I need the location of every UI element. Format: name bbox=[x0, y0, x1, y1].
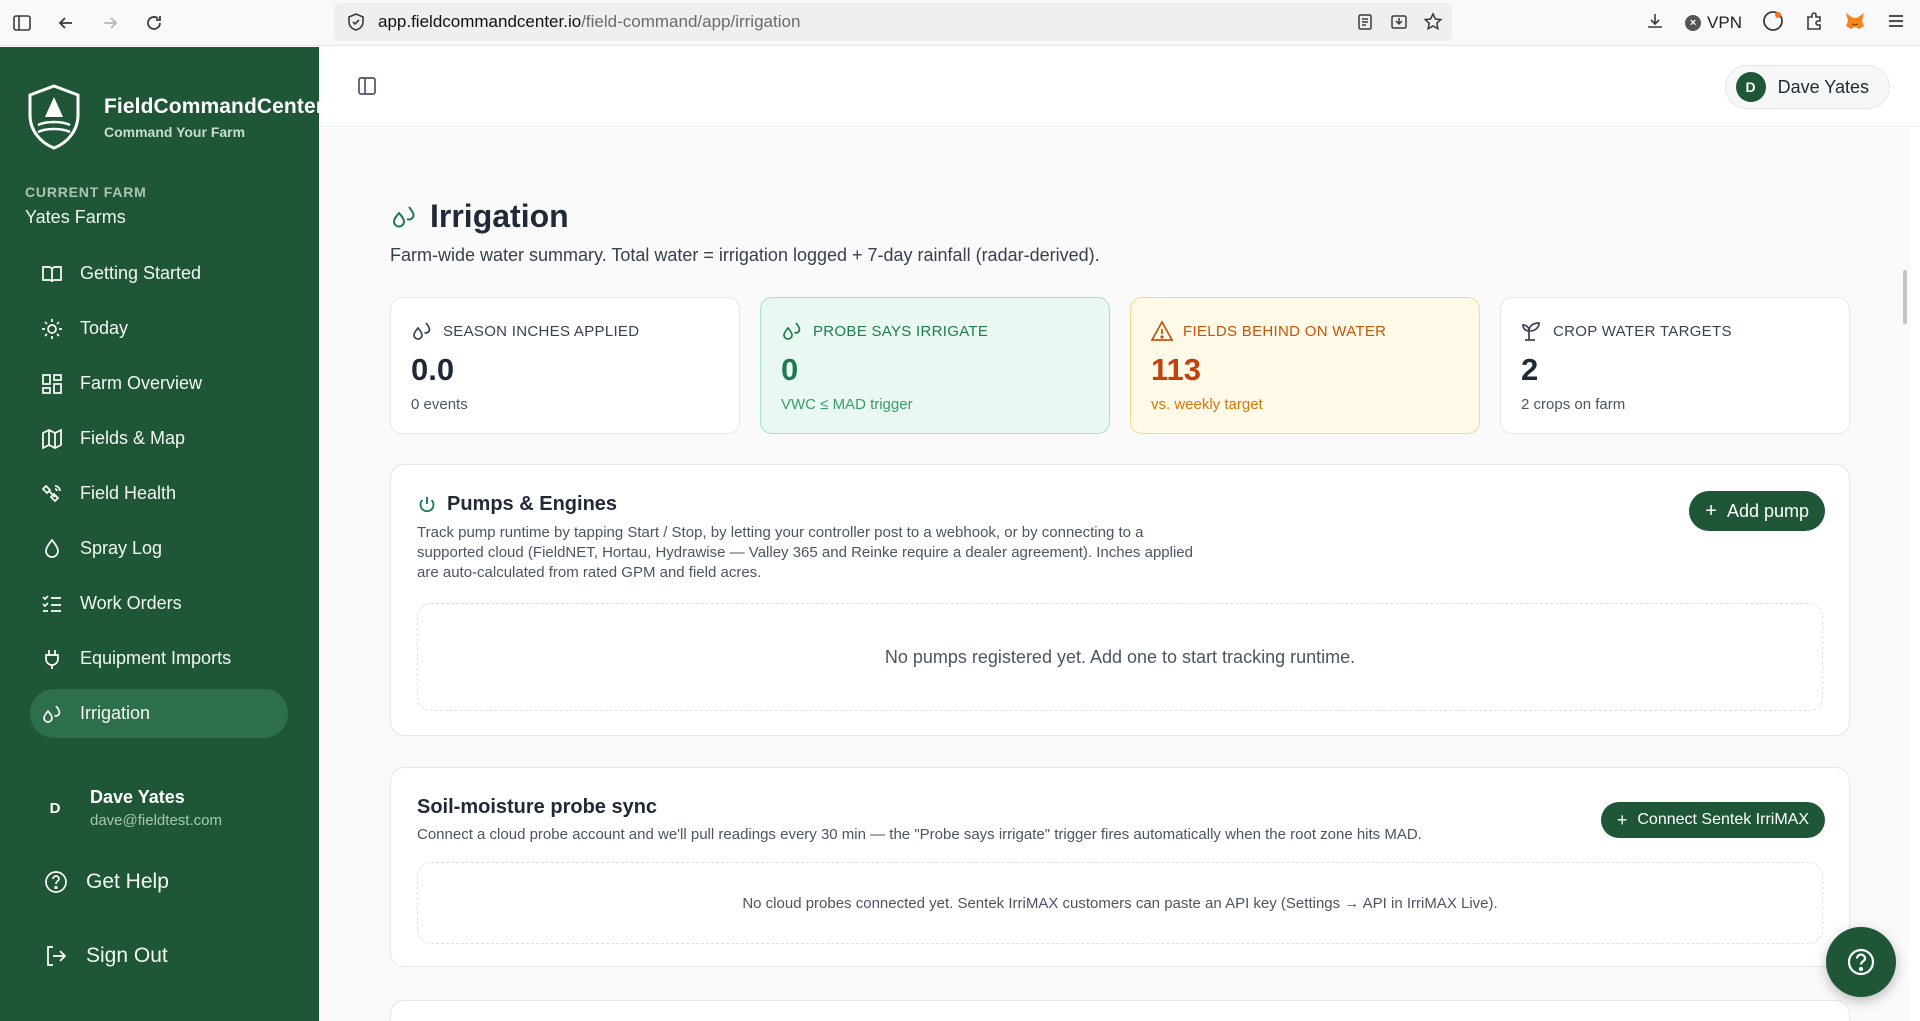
list-checks-icon bbox=[40, 592, 64, 616]
sidebar-item-fields-map[interactable]: Fields & Map bbox=[30, 414, 288, 463]
sidebar-item-field-health[interactable]: Field Health bbox=[30, 469, 288, 518]
log-out-icon bbox=[44, 943, 70, 969]
probe-sync-panel: Soil-moisture probe sync Connect a cloud… bbox=[390, 767, 1850, 967]
current-farm-name[interactable]: Yates Farms bbox=[25, 207, 126, 228]
downloads-icon[interactable] bbox=[1645, 11, 1665, 36]
stat-value: 113 bbox=[1151, 352, 1202, 387]
avatar: D bbox=[1735, 72, 1766, 102]
stat-fields-behind: FIELDS BEHIND ON WATER 113 vs. weekly ta… bbox=[1130, 297, 1480, 434]
next-panel bbox=[390, 1000, 1850, 1021]
metamask-fox-icon[interactable] bbox=[1844, 10, 1866, 37]
pumps-engines-panel: Pumps & Engines Track pump runtime by ta… bbox=[390, 464, 1850, 736]
stat-value: 0.0 bbox=[411, 352, 455, 387]
stat-note: 2 crops on farm bbox=[1521, 396, 1626, 413]
forward-arrow-icon[interactable] bbox=[88, 0, 132, 46]
sidebar-item-today[interactable]: Today bbox=[30, 304, 288, 353]
droplets-icon bbox=[411, 320, 433, 342]
pumps-title: Pumps & Engines bbox=[417, 493, 617, 516]
map-icon bbox=[40, 427, 64, 451]
avatar: D bbox=[49, 799, 61, 817]
probe-empty-state: No cloud probes connected yet. Sentek Ir… bbox=[417, 862, 1823, 944]
stat-crop-water-targets: CROP WATER TARGETS 2 2 crops on farm bbox=[1500, 297, 1850, 434]
stat-value: 0 bbox=[781, 352, 799, 387]
app-header: D Dave Yates bbox=[320, 47, 1920, 127]
power-icon bbox=[417, 495, 437, 515]
user-email: dave@fieldtest.com bbox=[90, 812, 222, 829]
sidebar-user[interactable]: D Dave Yates dave@fieldtest.com bbox=[40, 787, 222, 829]
sidebar-item-farm-overview[interactable]: Farm Overview bbox=[30, 359, 288, 408]
droplet-icon bbox=[40, 537, 64, 561]
grid-icon bbox=[40, 372, 64, 396]
probe-title: Soil-moisture probe sync bbox=[417, 796, 658, 818]
bookmark-star-icon[interactable] bbox=[1422, 11, 1444, 33]
stat-value: 2 bbox=[1521, 352, 1539, 387]
add-pump-button[interactable]: + Add pump bbox=[1689, 491, 1825, 531]
satellite-icon bbox=[40, 482, 64, 506]
app-menu-icon[interactable] bbox=[1886, 11, 1906, 36]
sprout-icon bbox=[1521, 320, 1543, 342]
brand[interactable]: FieldCommandCenter Command Your Farm bbox=[24, 83, 324, 151]
reload-icon[interactable] bbox=[132, 0, 176, 46]
stat-season-inches: SEASON INCHES APPLIED 0.0 0 events bbox=[390, 297, 740, 434]
panel-toggle-icon[interactable] bbox=[356, 75, 378, 97]
profile-icon[interactable] bbox=[1762, 10, 1784, 37]
save-page-icon[interactable] bbox=[1388, 11, 1410, 33]
page-title: Irrigation bbox=[390, 198, 569, 235]
sidebar-item-equipment-imports[interactable]: Equipment Imports bbox=[30, 634, 288, 683]
probe-description: Connect a cloud probe account and we'll … bbox=[417, 826, 1422, 843]
droplets-icon bbox=[781, 320, 803, 342]
sidebar-nav: Getting Started Today Farm Overview Fiel… bbox=[30, 249, 288, 744]
url-text: app.fieldcommandcenter.io/field-command/… bbox=[378, 12, 801, 31]
brand-name: FieldCommandCenter bbox=[104, 94, 324, 118]
vpn-button[interactable]: × VPN bbox=[1685, 13, 1742, 33]
user-menu-button[interactable]: D Dave Yates bbox=[1724, 65, 1890, 109]
user-name: Dave Yates bbox=[1777, 76, 1869, 97]
pumps-description: Track pump runtime by tapping Start / St… bbox=[417, 524, 1193, 581]
sidebar-item-spray-log[interactable]: Spray Log bbox=[30, 524, 288, 573]
stat-probe-says-irrigate: PROBE SAYS IRRIGATE 0 VWC ≤ MAD trigger bbox=[760, 297, 1110, 434]
sidebar-item-irrigation[interactable]: Irrigation bbox=[30, 689, 288, 738]
plug-icon bbox=[40, 647, 64, 671]
brand-tagline: Command Your Farm bbox=[104, 123, 246, 140]
browser-toolbar: app.fieldcommandcenter.io/field-command/… bbox=[0, 0, 1920, 46]
droplets-icon bbox=[40, 702, 64, 726]
plus-icon: + bbox=[1705, 500, 1717, 522]
sign-out-link[interactable]: Sign Out bbox=[44, 943, 168, 969]
reader-view-icon[interactable] bbox=[1354, 11, 1376, 33]
shield-icon bbox=[346, 11, 368, 33]
extensions-puzzle-icon[interactable] bbox=[1804, 11, 1824, 36]
vpn-off-icon: × bbox=[1685, 15, 1702, 31]
sidebar-toggle-icon[interactable] bbox=[0, 0, 44, 46]
help-circle-icon bbox=[44, 869, 70, 895]
connect-sentek-button[interactable]: + Connect Sentek IrriMAX bbox=[1600, 802, 1825, 838]
main-content: Irrigation Farm-wide water summary. Tota… bbox=[320, 128, 1910, 1021]
help-circle-icon bbox=[1847, 948, 1875, 976]
droplets-icon bbox=[392, 205, 415, 227]
sun-icon bbox=[40, 317, 64, 341]
scrollbar-thumb[interactable] bbox=[1903, 270, 1907, 324]
stat-note: VWC ≤ MAD trigger bbox=[781, 396, 913, 413]
pumps-empty-state: No pumps registered yet. Add one to star… bbox=[417, 603, 1823, 711]
sidebar: FieldCommandCenter Command Your Farm CUR… bbox=[0, 47, 324, 1021]
get-help-link[interactable]: Get Help bbox=[44, 869, 169, 895]
user-name: Dave Yates bbox=[90, 787, 185, 807]
back-arrow-icon[interactable] bbox=[44, 0, 88, 46]
stat-note: vs. weekly target bbox=[1151, 396, 1263, 413]
warning-icon bbox=[1151, 320, 1173, 342]
page-subtitle: Farm-wide water summary. Total water = i… bbox=[390, 245, 1100, 265]
book-icon bbox=[40, 262, 64, 286]
stat-note: 0 events bbox=[411, 396, 468, 413]
shield-logo-icon bbox=[28, 84, 80, 150]
help-fab-button[interactable] bbox=[1826, 927, 1896, 997]
plus-icon: + bbox=[1616, 810, 1628, 830]
current-farm-label: CURRENT FARM bbox=[25, 184, 147, 200]
address-bar[interactable]: app.fieldcommandcenter.io/field-command/… bbox=[334, 3, 1452, 41]
sidebar-item-getting-started[interactable]: Getting Started bbox=[30, 249, 288, 298]
sidebar-item-work-orders[interactable]: Work Orders bbox=[30, 579, 288, 628]
